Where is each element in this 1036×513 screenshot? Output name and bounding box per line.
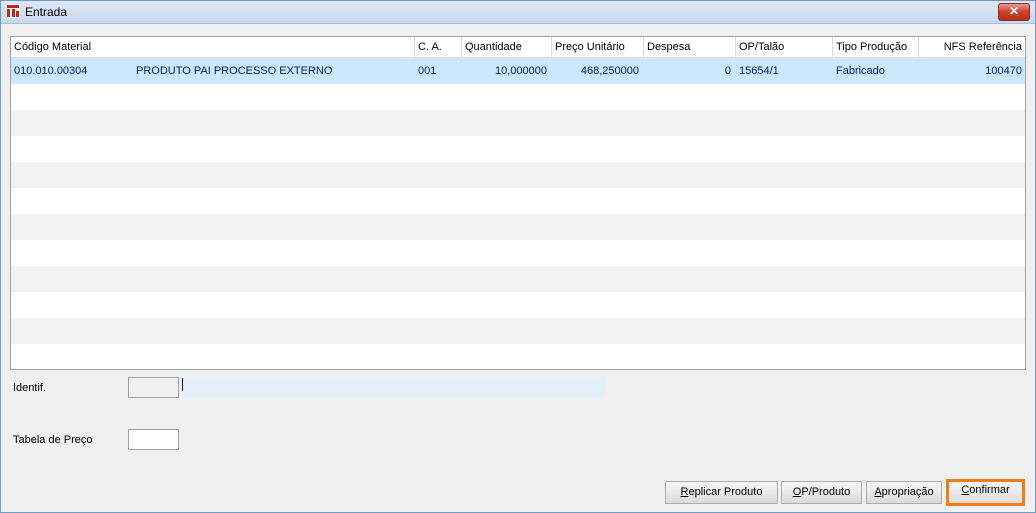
empty-row[interactable] — [11, 266, 1025, 292]
identif-code-field[interactable] — [128, 377, 179, 398]
cell-op: 15654/1 — [739, 65, 779, 77]
empty-row[interactable] — [11, 344, 1025, 369]
close-button[interactable]: ✕ — [998, 3, 1030, 21]
cell-preco: 468,250000 — [580, 65, 639, 77]
empty-row[interactable] — [11, 136, 1025, 162]
cell-descricao: PRODUTO PAI PROCESSO EXTERNO — [136, 65, 333, 77]
window-title: Entrada — [25, 5, 68, 19]
empty-row[interactable] — [11, 162, 1025, 188]
text-cursor — [182, 378, 183, 391]
col-header-ca[interactable]: C. A. — [415, 37, 462, 57]
col-header-nfs[interactable]: NFS Referência — [919, 37, 1025, 57]
cell-quantidade: 10,000000 — [495, 65, 547, 77]
table-row[interactable]: 010.010.00304 PRODUTO PAI PROCESSO EXTER… — [11, 58, 1025, 84]
cell-ca: 001 — [418, 65, 437, 77]
col-header-tipo[interactable]: Tipo Produção — [833, 37, 919, 57]
empty-row[interactable] — [11, 214, 1025, 240]
items-grid[interactable]: Código Material C. A. Quantidade Preço U… — [10, 36, 1026, 370]
col-header-despesa[interactable]: Despesa — [644, 37, 736, 57]
empty-row[interactable] — [11, 188, 1025, 214]
apropriacao-label: propriação — [881, 486, 934, 498]
tabela-preco-field[interactable] — [128, 429, 179, 450]
col-header-codigo[interactable]: Código Material — [11, 37, 415, 57]
empty-row[interactable] — [11, 84, 1025, 110]
empty-row[interactable] — [11, 240, 1025, 266]
identif-text-field[interactable] — [180, 377, 605, 398]
cell-despesa: 0 — [724, 65, 731, 77]
identif-label: Identif. — [13, 382, 47, 394]
tabela-preco-label: Tabela de Preço — [13, 434, 93, 446]
op-label: P/Produto — [801, 486, 851, 498]
cell-codigo: 010.010.00304 — [14, 65, 88, 77]
cell-nfs: 100470 — [985, 65, 1022, 77]
app-logo-icon — [6, 4, 20, 18]
replicar-produto-button[interactable]: Replicar Produto — [665, 481, 778, 504]
replicar-label: eplicar Produto — [688, 486, 763, 498]
apropriacao-mnemonic: A — [874, 486, 882, 498]
title-bar[interactable]: Entrada ✕ — [1, 1, 1035, 24]
confirmar-button[interactable]: Confirmar — [946, 479, 1025, 506]
col-header-op[interactable]: OP/Talão — [736, 37, 833, 57]
cell-tipo: Fabricado — [836, 65, 885, 77]
empty-row[interactable] — [11, 110, 1025, 136]
apropriacao-button[interactable]: Apropriação — [866, 481, 942, 504]
confirmar-label: onfirmar — [969, 484, 1010, 496]
grid-header: Código Material C. A. Quantidade Preço U… — [11, 37, 1025, 58]
col-header-quantidade[interactable]: Quantidade — [462, 37, 552, 57]
op-produto-button[interactable]: OP/Produto — [781, 481, 862, 504]
col-header-preco[interactable]: Preço Unitário — [552, 37, 644, 57]
empty-row[interactable] — [11, 318, 1025, 344]
empty-row[interactable] — [11, 292, 1025, 318]
close-icon: ✕ — [1008, 4, 1020, 18]
